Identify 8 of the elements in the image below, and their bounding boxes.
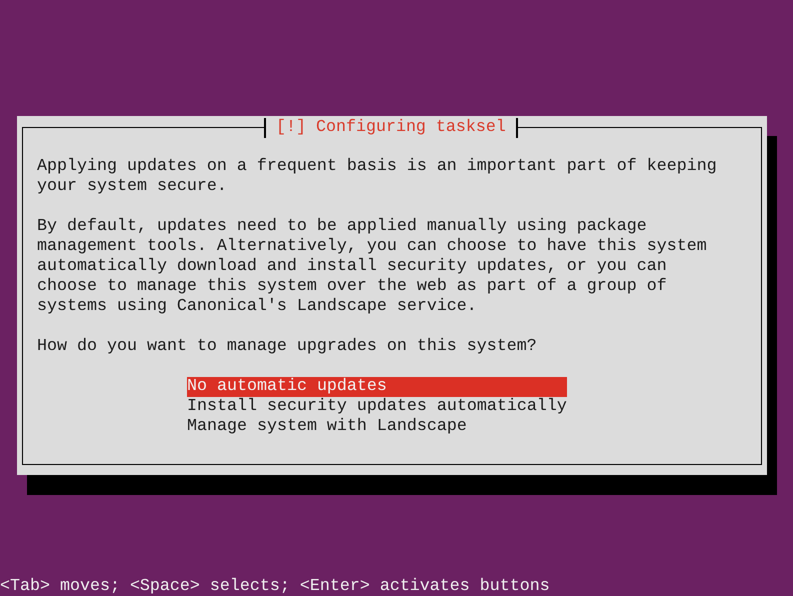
option-item[interactable]: Manage system with Landscape xyxy=(187,417,567,437)
dialog-title: [!] Configuring tasksel xyxy=(264,118,518,138)
paragraph: Applying updates on a frequent basis is an important part of keeping your system secure. xyxy=(37,157,718,197)
status-bar-text: <Tab> moves; <Space> selects; <Enter> activates buttons xyxy=(0,577,550,596)
question-text: How do you want to manage upgrades on this system? xyxy=(37,337,538,357)
option-item[interactable]: Install security updates automatically xyxy=(187,397,567,417)
option-item[interactable]: No automatic updates xyxy=(187,377,567,397)
paragraph: By default, updates need to be applied manually using package management tools. Alternatively, you can choose to have this system automatically download and install security updates, or you can choose to manage this system over the web as part of a group of systems using Canonical's Landscape service. xyxy=(37,217,708,317)
